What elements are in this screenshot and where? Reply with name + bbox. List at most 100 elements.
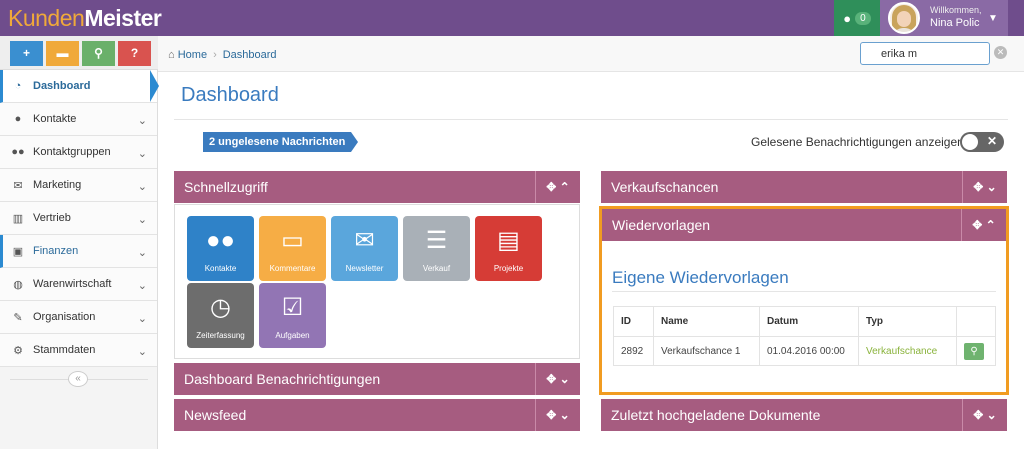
column-header-name[interactable]: Name <box>653 306 760 337</box>
column-header-id[interactable]: ID <box>613 306 654 337</box>
chevron-down-icon: ⌄ <box>559 408 570 422</box>
chat-icon: ● <box>843 10 852 26</box>
chat-count-badge: 0 <box>855 11 871 25</box>
sidebar-item-warenwirtschaft[interactable]: ◍ Warenwirtschaft ⌄ <box>0 268 157 301</box>
column-header-actions <box>956 306 996 337</box>
edit-icon: ✎ <box>13 311 23 324</box>
sidebar-item-stammdaten[interactable]: ⚙ Stammdaten ⌄ <box>0 334 157 367</box>
chevron-down-icon: ⌄ <box>137 148 147 160</box>
breadcrumb-bar: ⌂ Home›Dashboard ⚲ ✕ <box>158 36 1024 72</box>
tile-zeiterfassung[interactable]: ◷ Zeiterfassung <box>187 283 254 348</box>
breadcrumb-dashboard[interactable]: Dashboard <box>223 49 277 61</box>
user-icon: ● <box>14 113 22 125</box>
dashboard-icon: ◔ <box>14 80 22 92</box>
unread-messages-badge[interactable]: 2 ungelesene Nachrichten <box>203 132 359 152</box>
chat-notifications-button[interactable]: ● 0 <box>834 0 880 36</box>
quick-action-toolbar: + ▬ ⚲ ? <box>0 36 158 70</box>
bar-chart-icon: ▥ <box>12 212 24 225</box>
clipboard-icon: ▤ <box>497 227 520 254</box>
panel-controls[interactable]: ✥ ⌄ <box>535 399 580 431</box>
chevron-up-icon: ⌃ <box>559 180 570 194</box>
panel-controls[interactable]: ✥ ⌄ <box>962 399 1007 431</box>
panel-controls[interactable]: ✥ ⌃ <box>961 209 1006 241</box>
sidebar-item-kontakte[interactable]: ● Kontakte ⌄ <box>0 103 157 136</box>
home-icon: ⌂ <box>168 49 175 61</box>
cell-name: Verkaufschance 1 <box>653 336 760 366</box>
sidebar-item-finanzen[interactable]: ▣ Finanzen ⌄ <box>0 235 157 268</box>
add-button[interactable]: + <box>10 41 43 66</box>
user-menu[interactable]: Willkommen, Nina Polic ▼ <box>880 0 1008 36</box>
collapse-sidebar-button[interactable]: « <box>68 371 88 387</box>
column-header-typ[interactable]: Typ <box>858 306 957 337</box>
tile-kontakte[interactable]: ●● Kontakte <box>187 216 254 281</box>
double-chevron-left-icon: « <box>75 373 81 384</box>
help-button[interactable]: ? <box>118 41 151 66</box>
cell-actions: ⚲ <box>956 336 996 366</box>
show-read-toggle[interactable]: ✕ <box>960 132 1004 152</box>
move-icon: ✥ <box>546 372 557 386</box>
wiedervorlagen-table: ID Name Datum Typ 2892 Verkaufschance 1 … <box>613 306 996 366</box>
sidebar-item-dashboard[interactable]: ◔ Dashboard <box>0 70 157 103</box>
search-icon: ⚲ <box>94 46 103 60</box>
sidebar-item-marketing[interactable]: ✉ Marketing ⌄ <box>0 169 157 202</box>
table-row[interactable]: 2892 Verkaufschance 1 01.04.2016 00:00 V… <box>613 336 996 366</box>
wiedervorlagen-title: Eigene Wiedervorlagen <box>612 268 789 287</box>
plus-icon: + <box>22 46 30 60</box>
show-read-label: Gelesene Benachrichtigungen anzeigen <box>751 135 964 149</box>
stopwatch-icon: ◷ <box>210 294 231 321</box>
move-icon: ✥ <box>546 180 557 194</box>
move-icon: ✥ <box>546 408 557 422</box>
tile-newsletter[interactable]: ✉ Newsletter <box>331 216 398 281</box>
table-header-row: ID Name Datum Typ <box>613 306 996 337</box>
breadcrumb-home[interactable]: Home <box>178 49 207 61</box>
money-icon: ▣ <box>12 245 24 258</box>
panel-controls[interactable]: ✥ ⌄ <box>535 363 580 395</box>
chevron-down-icon: ⌄ <box>137 181 147 193</box>
search-input[interactable] <box>860 42 990 65</box>
cell-datum: 01.04.2016 00:00 <box>759 336 859 366</box>
chevron-down-icon: ⌄ <box>137 313 147 325</box>
search-icon: ⚲ <box>970 345 978 357</box>
page-title: Dashboard <box>181 84 279 106</box>
money-stack-icon: ☰ <box>425 227 448 254</box>
envelope-open-icon: ✉ <box>354 227 375 254</box>
panel-verkaufschancen-header[interactable]: Verkaufschancen ✥ ⌄ <box>601 171 1007 203</box>
users-icon: ●● <box>206 227 235 254</box>
active-indicator <box>150 70 159 102</box>
tile-projekte[interactable]: ▤ Projekte <box>475 216 542 281</box>
globe-icon: ◍ <box>13 278 23 291</box>
panel-benachrichtigungen-header[interactable]: Dashboard Benachrichtigungen ✥ ⌄ <box>174 363 580 395</box>
tile-aufgaben[interactable]: ☑ Aufgaben <box>259 283 326 348</box>
panel-dokumente-header[interactable]: Zuletzt hochgeladene Dokumente ✥ ⌄ <box>601 399 1007 431</box>
sidebar-item-kontaktgruppen[interactable]: ●● Kontaktgruppen ⌄ <box>0 136 157 169</box>
panel-controls[interactable]: ✥ ⌄ <box>962 171 1007 203</box>
clear-search-icon[interactable]: ✕ <box>994 46 1007 59</box>
tile-kommentare[interactable]: ▭ Kommentare <box>259 216 326 281</box>
panel-controls[interactable]: ✥ ⌃ <box>535 171 580 203</box>
quick-access-panel: ●● Kontakte ▭ Kommentare ✉ Newsletter ☰ Verk… <box>174 204 580 359</box>
breadcrumb: ⌂ Home › Dashboard <box>168 49 277 61</box>
app-logo[interactable]: KundenMeister <box>8 6 162 30</box>
top-navbar: KundenMeister ● 0 Willkommen, Nina Polic… <box>0 0 1024 36</box>
column-header-datum[interactable]: Datum <box>759 306 859 337</box>
sidebar-item-organisation[interactable]: ✎ Organisation ⌄ <box>0 301 157 334</box>
panel-newsfeed-header[interactable]: Newsfeed ✥ ⌄ <box>174 399 580 431</box>
view-button[interactable]: ⚲ <box>964 342 984 360</box>
tile-verkauf[interactable]: ☰ Verkauf <box>403 216 470 281</box>
users-icon: ●● <box>11 146 25 158</box>
comment-button[interactable]: ▬ <box>46 41 79 66</box>
cell-typ[interactable]: Verkaufschance <box>858 336 957 366</box>
search-button[interactable]: ⚲ <box>82 41 115 66</box>
chevron-down-icon: ⌄ <box>986 180 997 194</box>
panel-wiedervorlagen-header[interactable]: Wiedervorlagen ✥ ⌃ <box>602 209 1006 241</box>
help-icon: ? <box>130 46 139 60</box>
chevron-down-icon: ⌄ <box>559 372 570 386</box>
chevron-down-icon: ⌄ <box>986 408 997 422</box>
move-icon: ✥ <box>972 218 983 232</box>
comments-icon: ▭ <box>281 227 304 254</box>
chevron-down-icon: ⌄ <box>137 280 147 292</box>
panel-schnellzugriff-header[interactable]: Schnellzugriff ✥ ⌃ <box>174 171 580 203</box>
comment-icon: ▬ <box>56 46 69 60</box>
sidebar-item-vertrieb[interactable]: ▥ Vertrieb ⌄ <box>0 202 157 235</box>
avatar <box>888 2 920 34</box>
